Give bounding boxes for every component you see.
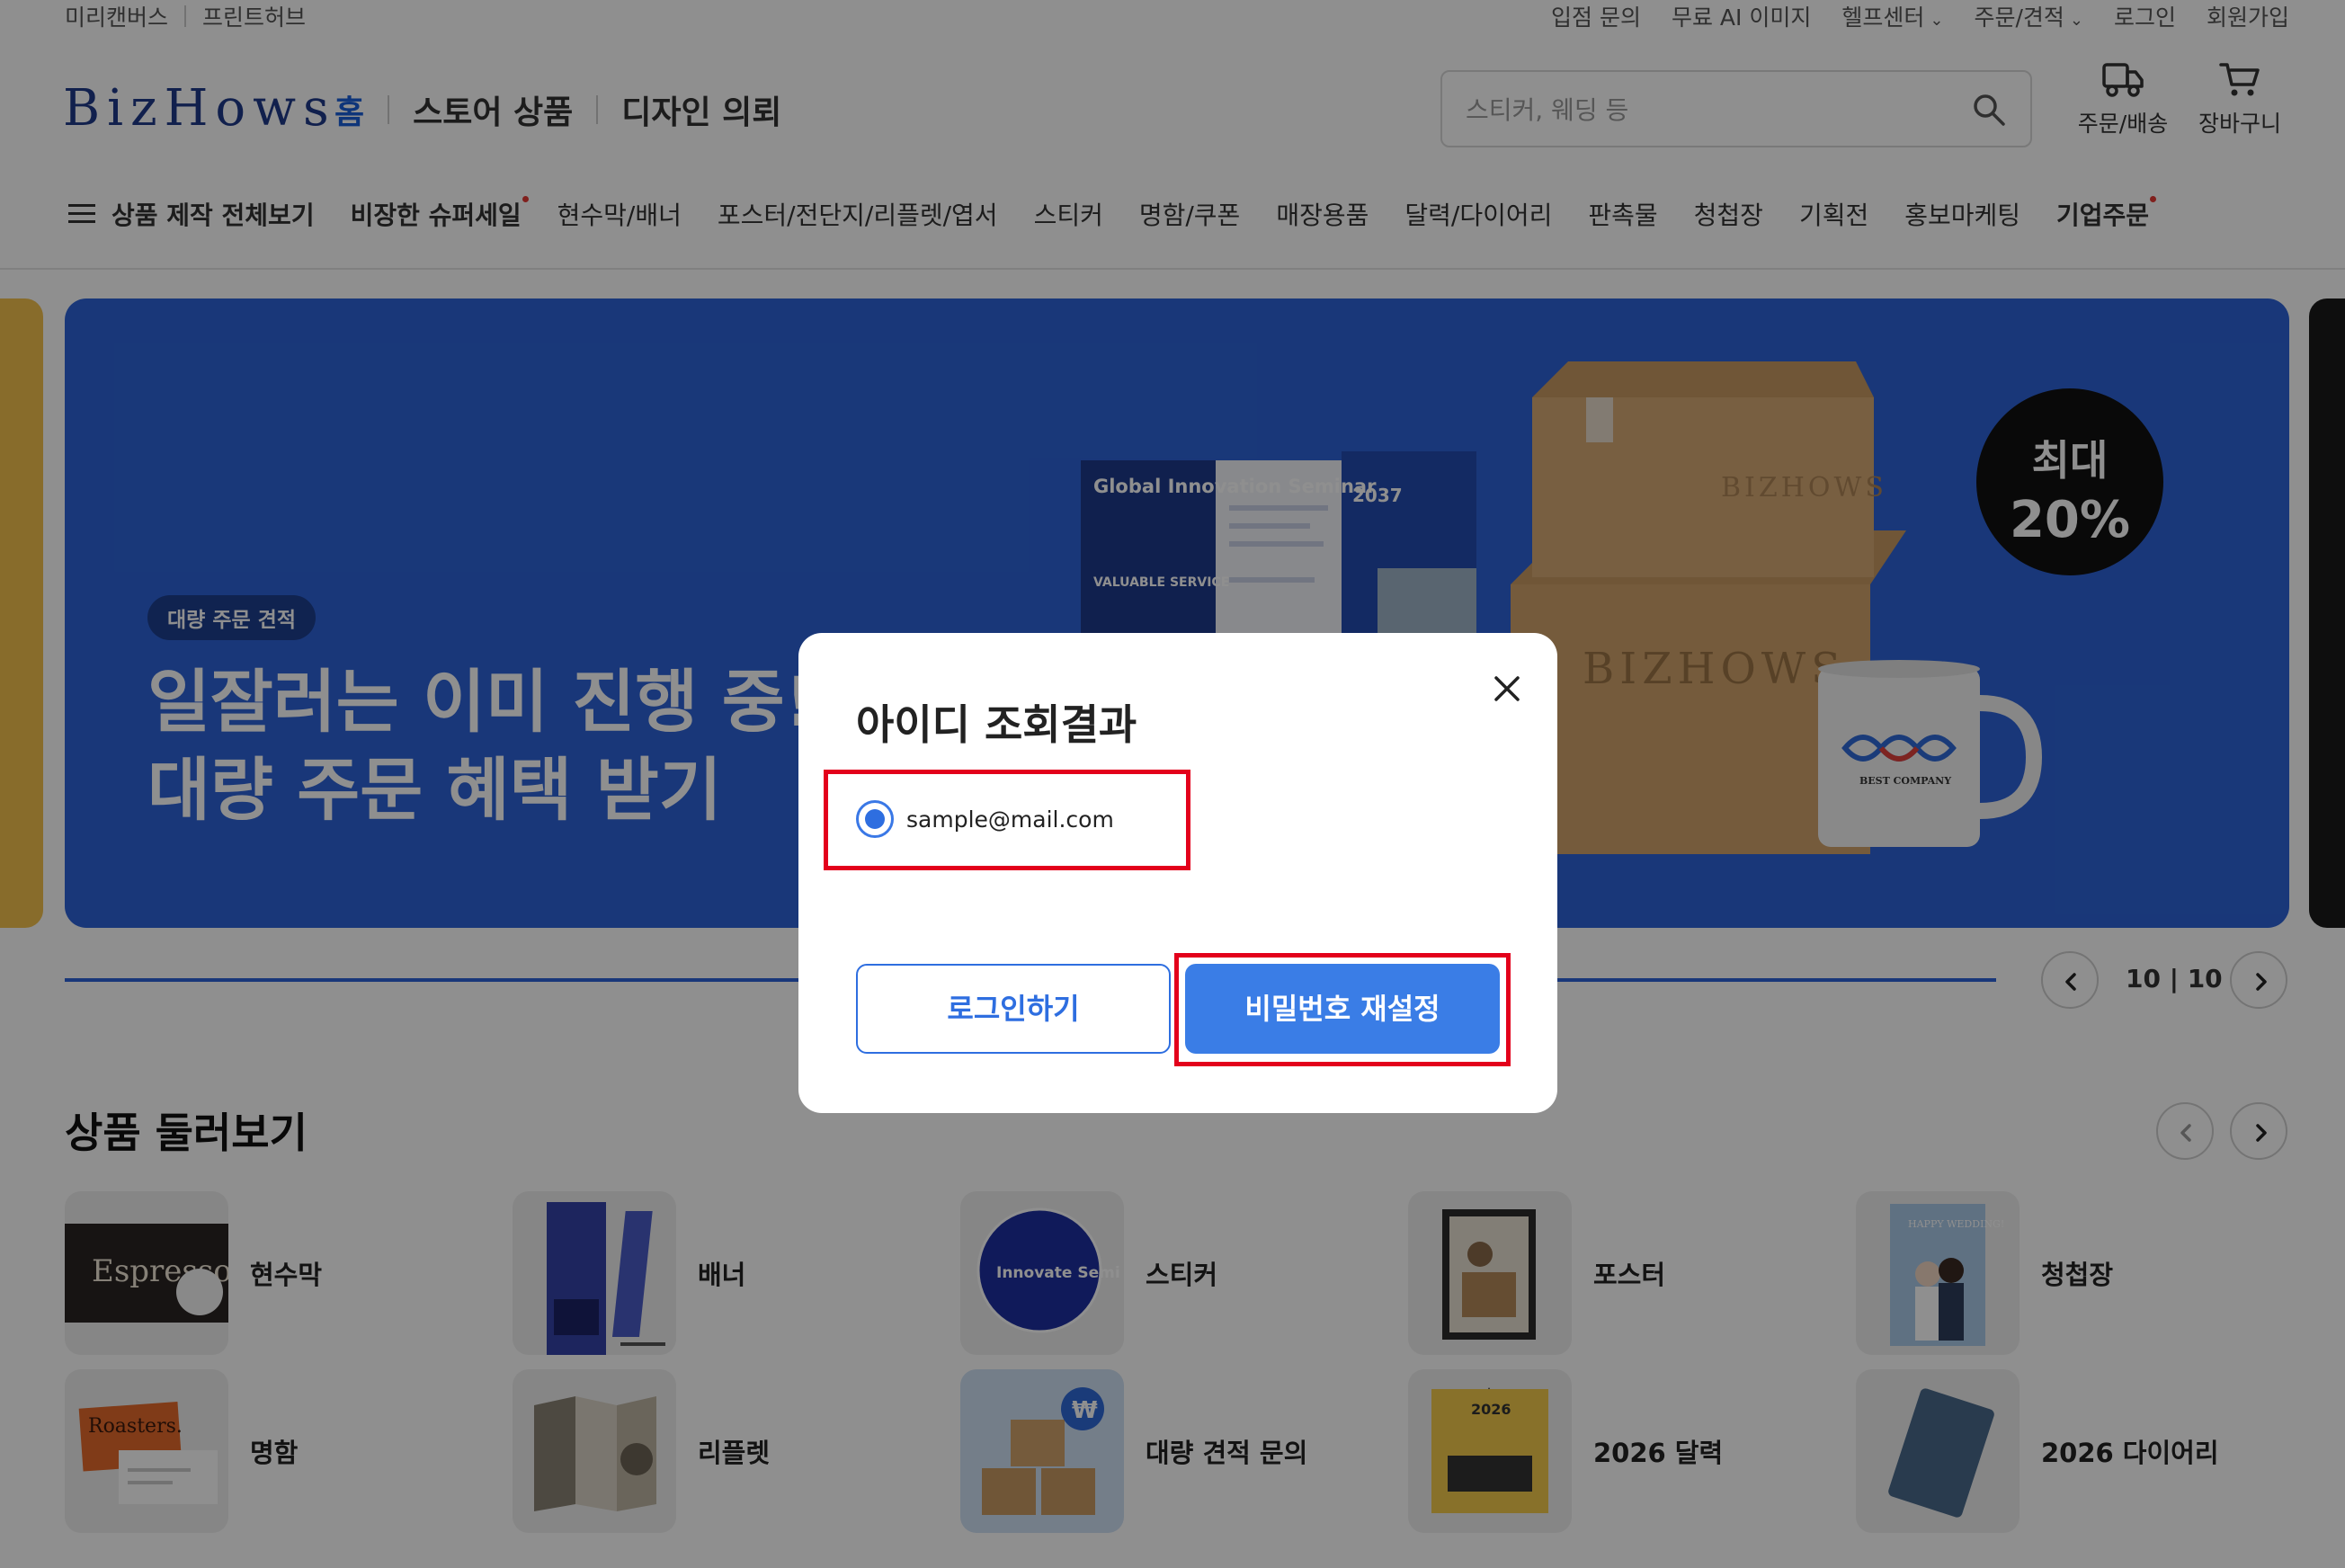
highlight-box-result — [824, 770, 1190, 870]
highlight-box-reset — [1174, 953, 1511, 1066]
modal-title: 아이디 조회결과 — [856, 700, 1137, 749]
login-button[interactable]: 로그인하기 — [856, 964, 1171, 1054]
find-id-result-modal: 아이디 조회결과 sample@mail.com 로그인하기 비밀번호 재설정 — [798, 633, 1557, 1113]
close-icon[interactable] — [1489, 671, 1525, 707]
